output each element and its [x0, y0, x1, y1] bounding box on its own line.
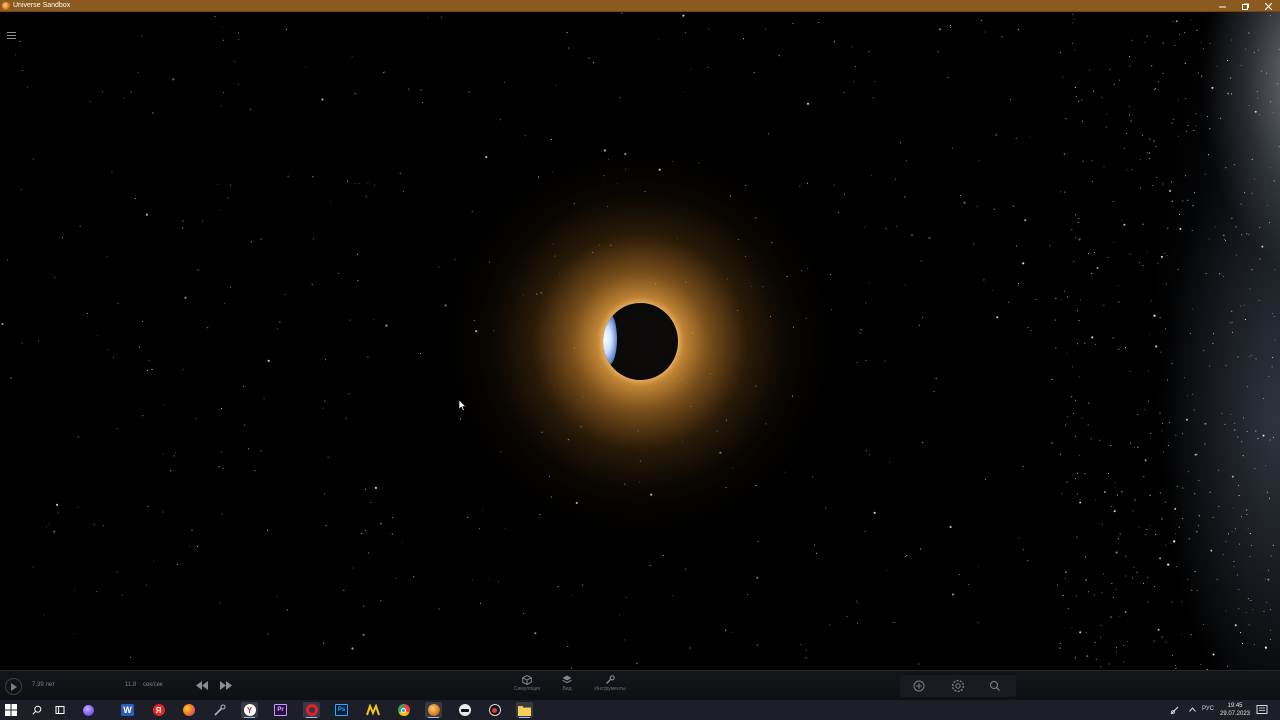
yandex-icon: Я: [152, 704, 165, 716]
task-view-button[interactable]: [51, 702, 68, 718]
minimize-button[interactable]: [1211, 0, 1234, 12]
yellow-app-icon: [365, 704, 380, 716]
clock-date: 29.07.2023: [1219, 711, 1251, 717]
tool-icon: [213, 704, 225, 716]
minimize-icon: [1219, 6, 1226, 7]
space-viewport[interactable]: [0, 12, 1280, 670]
taskbar-explorer[interactable]: [516, 702, 533, 718]
elapsed-time: 7.39 лет: [32, 682, 55, 688]
window-controls: [1211, 0, 1280, 12]
view-tab[interactable]: Вид: [547, 675, 587, 699]
planet-crescent: [603, 313, 617, 365]
simulation-tab[interactable]: Симуляция: [507, 675, 547, 699]
mouse-cursor-icon: [459, 400, 467, 411]
windows-icon[interactable]: [5, 704, 17, 716]
play-icon: [11, 682, 17, 691]
notification-icon[interactable]: [1256, 704, 1268, 716]
premiere-icon: Pr: [274, 704, 287, 716]
task-view-icon: [55, 706, 64, 714]
fast-forward-icon[interactable]: [220, 681, 232, 690]
word-icon: W: [121, 704, 134, 716]
right-tool-group: [900, 675, 1016, 697]
opera-icon: [305, 704, 318, 716]
close-button[interactable]: [1257, 0, 1280, 12]
settings-button[interactable]: [951, 679, 965, 693]
taskbar-app-purple[interactable]: [80, 702, 97, 718]
restore-button[interactable]: [1234, 0, 1257, 12]
play-button[interactable]: [5, 678, 22, 695]
taskbar-search-button[interactable]: [28, 702, 45, 718]
search-button[interactable]: [988, 679, 1002, 693]
restore-icon: [1242, 3, 1249, 10]
taskbar-app-red[interactable]: [486, 702, 503, 718]
add-icon: [913, 680, 925, 692]
taskbar-opera[interactable]: [303, 702, 320, 718]
window-titlebar[interactable]: Universe Sandbox: [0, 0, 1280, 12]
clock-time: 19:45: [1227, 703, 1243, 709]
tools-tab-label: Инструменты: [594, 686, 626, 692]
settings-icon: [951, 679, 965, 693]
wrench-icon: [606, 675, 615, 684]
yandex-browser-icon: Y: [243, 704, 256, 716]
chrome-icon: [397, 704, 410, 716]
taskbar-photoshop[interactable]: Ps: [333, 702, 350, 718]
taskbar-app-dark[interactable]: [456, 702, 473, 718]
taskbar-tool[interactable]: [211, 702, 228, 718]
window-title: Universe Sandbox: [13, 1, 71, 9]
pen-icon[interactable]: [1170, 705, 1180, 715]
search-icon: [31, 705, 41, 715]
layers-icon: [562, 675, 572, 684]
language-indicator[interactable]: РУС: [1202, 706, 1214, 712]
taskbar-chrome[interactable]: [395, 702, 412, 718]
folder-icon: [518, 705, 531, 716]
windows-taskbar: W Я Y Pr Ps РУС 19:45 29.07.2023: [0, 700, 1280, 720]
circle-app-icon: [83, 704, 94, 716]
taskbar-firefox[interactable]: [180, 702, 197, 718]
rewind-icon[interactable]: [196, 681, 208, 690]
simulation-tab-label: Симуляция: [513, 686, 541, 692]
speed-value: 11.8: [125, 682, 137, 688]
speed-unit: сек/сек: [143, 682, 163, 688]
photoshop-icon: Ps: [335, 704, 348, 716]
taskbar-app-yellow[interactable]: [364, 702, 381, 718]
universe-sandbox-icon: [427, 704, 440, 716]
taskbar-universe-sandbox[interactable]: [425, 702, 442, 718]
cube-icon: [522, 675, 532, 685]
dark-app-icon: [458, 704, 471, 716]
firefox-icon: [182, 704, 195, 716]
red-app-icon: [488, 704, 501, 716]
add-button[interactable]: [912, 679, 926, 693]
eclipsed-planet[interactable]: [603, 303, 678, 380]
search-icon: [989, 680, 1000, 691]
taskbar-yandex-browser[interactable]: Y: [241, 702, 258, 718]
tools-tab[interactable]: Инструменты: [590, 675, 630, 699]
close-icon: [1265, 2, 1272, 10]
system-clock[interactable]: 19:45 29.07.2023: [1218, 702, 1252, 718]
tray-chevron-up-icon[interactable]: [1189, 707, 1196, 712]
taskbar-yandex[interactable]: Я: [150, 702, 167, 718]
view-tab-label: Вид: [562, 686, 572, 692]
taskbar-premiere[interactable]: Pr: [272, 702, 289, 718]
simulation-control-panel: 7.39 лет 11.8 сек/сек Симуляция Вид Инст…: [0, 670, 1280, 700]
universe-sandbox-app-icon: [2, 1, 10, 10]
taskbar-word[interactable]: W: [119, 702, 136, 718]
hamburger-icon[interactable]: [7, 32, 16, 40]
